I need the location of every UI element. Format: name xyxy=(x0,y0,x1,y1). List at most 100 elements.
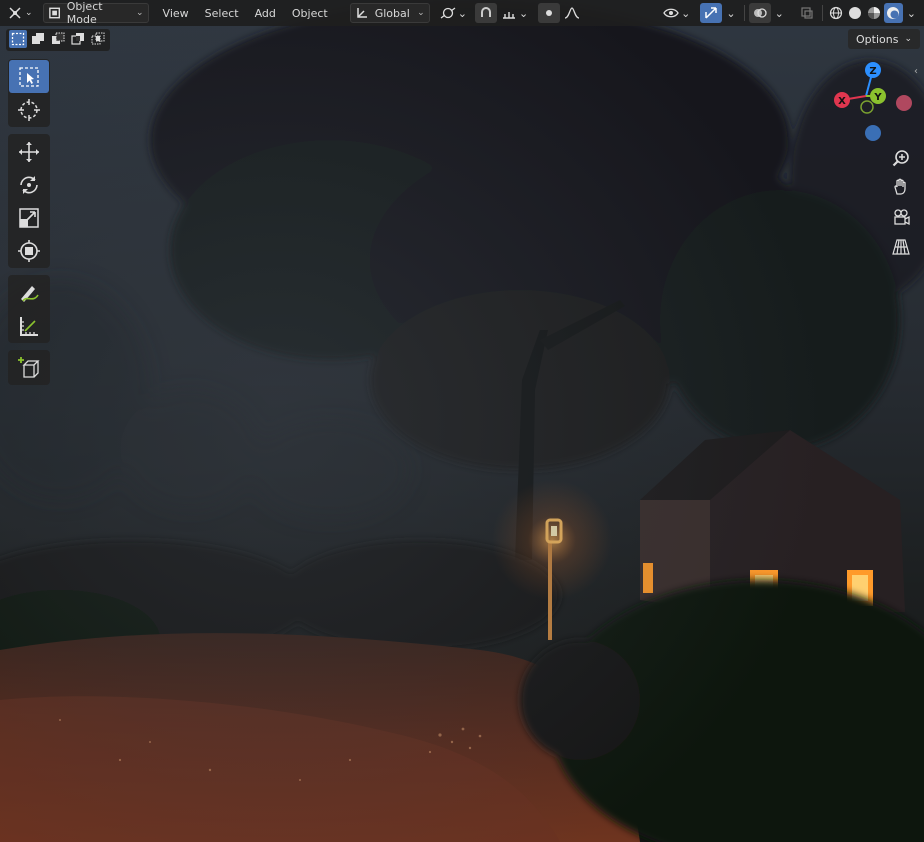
material-shading-icon xyxy=(868,7,881,19)
wireframe-shading-button[interactable] xyxy=(827,3,846,23)
viewport-header: ⌄ Object Mode ⌄ View Select Add Object G… xyxy=(0,0,924,26)
options-label: Options xyxy=(856,32,899,46)
orientation-dropdown[interactable]: Global ⌄ xyxy=(349,3,430,23)
select-subtract-button[interactable] xyxy=(49,30,67,48)
xray-icon xyxy=(801,7,813,19)
menu-add[interactable]: Add xyxy=(247,3,284,23)
tool-shelf xyxy=(8,59,50,392)
transform-orientation-icon xyxy=(356,8,367,18)
pan-button[interactable] xyxy=(886,174,916,200)
chevron-down-icon: ⌄ xyxy=(774,6,784,20)
snap-toggle[interactable] xyxy=(474,3,497,23)
neg-y-axis-handle[interactable] xyxy=(860,100,874,114)
measure-icon xyxy=(20,316,38,336)
orientation-label: Global xyxy=(374,6,410,20)
rendered-scene xyxy=(0,0,924,842)
grid-perspective-icon xyxy=(892,239,910,255)
transform-icon xyxy=(18,239,40,262)
material-shading-button[interactable] xyxy=(865,3,884,23)
chevron-down-icon: ⌄ xyxy=(457,6,467,20)
visibility-icon xyxy=(663,8,679,18)
neg-x-axis-handle[interactable] xyxy=(896,95,912,111)
gizmo-toggle[interactable] xyxy=(700,3,723,23)
separator xyxy=(821,5,823,21)
separator xyxy=(743,5,745,21)
tool-select-box[interactable] xyxy=(9,60,49,93)
select-extend-icon xyxy=(32,33,44,44)
3d-viewport[interactable]: ⌄ Object Mode ⌄ View Select Add Object G… xyxy=(0,0,924,842)
snap-target-dropdown[interactable]: ⌄ xyxy=(497,3,532,23)
camera-view-icon xyxy=(894,209,910,226)
x-axis-label: X xyxy=(838,96,846,107)
falloff-icon xyxy=(564,7,580,19)
gizmo-dropdown[interactable]: ⌄ xyxy=(722,3,739,23)
tool-cursor[interactable] xyxy=(9,93,49,126)
select-intersect-button[interactable] xyxy=(89,30,107,48)
chevron-down-icon: ⌄ xyxy=(726,6,736,20)
hand-pan-icon xyxy=(894,178,906,195)
chevron-down-icon: ⌄ xyxy=(417,8,425,18)
falloff-dropdown[interactable] xyxy=(560,3,584,23)
rotate-icon xyxy=(20,175,38,194)
tool-group-select xyxy=(8,59,50,127)
navigation-gizmo[interactable]: Z X Y xyxy=(830,60,918,148)
select-mode-group xyxy=(6,29,110,51)
tool-scale[interactable] xyxy=(9,201,49,234)
editor-type-icon xyxy=(9,7,21,19)
mode-label: Object Mode xyxy=(66,0,103,26)
chevron-down-icon: ⌄ xyxy=(518,6,529,20)
snap-icon xyxy=(480,7,491,17)
options-dropdown[interactable]: Options ⌄ xyxy=(848,29,920,49)
shading-dropdown[interactable]: ⌄ xyxy=(903,3,920,23)
z-axis-label: Z xyxy=(869,66,876,77)
pivot-icon xyxy=(440,7,456,19)
select-difference-icon xyxy=(71,33,84,45)
solid-shading-icon xyxy=(849,7,862,19)
select-new-button[interactable] xyxy=(9,30,27,48)
mode-dropdown[interactable]: Object Mode ⌄ xyxy=(42,0,149,26)
tool-group-transform xyxy=(8,134,50,268)
wireframe-shading-icon xyxy=(830,6,843,20)
xray-toggle[interactable] xyxy=(796,3,818,23)
menu-object[interactable]: Object xyxy=(284,3,336,23)
select-box-icon xyxy=(19,66,39,87)
tool-add-cube[interactable] xyxy=(9,351,49,384)
overlays-icon xyxy=(753,8,767,18)
select-extend-button[interactable] xyxy=(29,30,47,48)
tool-group-annotate xyxy=(8,275,50,343)
menu-select[interactable]: Select xyxy=(197,3,247,23)
chevron-down-icon: ⌄ xyxy=(136,8,144,18)
visibility-dropdown[interactable]: ⌄ xyxy=(659,3,694,23)
editor-type-button[interactable]: ⌄ xyxy=(3,3,37,23)
move-icon xyxy=(19,141,39,162)
tool-annotate[interactable] xyxy=(9,276,49,309)
chevron-down-icon: ⌄ xyxy=(906,6,916,20)
snap-increment-icon xyxy=(502,12,515,19)
sidebar-expand-arrow[interactable]: ‹ xyxy=(914,66,924,80)
gizmo-icon xyxy=(705,7,718,19)
chevron-down-icon: ⌄ xyxy=(25,8,33,18)
rendered-shading-button[interactable] xyxy=(883,3,903,23)
select-subtract-icon xyxy=(52,32,65,44)
select-new-icon xyxy=(11,32,25,46)
cursor-icon xyxy=(18,98,40,121)
menu-view[interactable]: View xyxy=(155,3,197,23)
perspective-toggle-button[interactable] xyxy=(886,234,916,260)
add-cube-icon xyxy=(18,356,40,378)
camera-view-button[interactable] xyxy=(886,204,916,230)
proportional-editing-toggle[interactable] xyxy=(538,3,561,23)
select-difference-button[interactable] xyxy=(69,30,87,48)
overlays-dropdown[interactable]: ⌄ xyxy=(771,3,788,23)
tool-measure[interactable] xyxy=(9,309,49,342)
tool-rotate[interactable] xyxy=(9,168,49,201)
rendered-shading-icon xyxy=(887,7,900,19)
pivot-dropdown[interactable]: ⌄ xyxy=(436,3,471,23)
tool-group-add xyxy=(8,350,50,385)
overlays-toggle[interactable] xyxy=(748,3,771,23)
neg-z-axis-handle[interactable] xyxy=(865,125,881,141)
tool-move[interactable] xyxy=(9,135,49,168)
object-mode-icon xyxy=(48,7,60,19)
solid-shading-button[interactable] xyxy=(846,3,865,23)
zoom-button[interactable] xyxy=(886,145,916,171)
tool-transform[interactable] xyxy=(9,234,49,267)
